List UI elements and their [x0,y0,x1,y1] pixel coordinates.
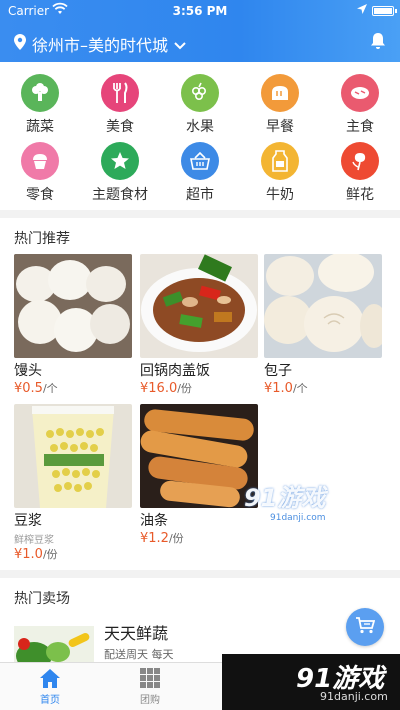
product-price: ¥1.2/份 [140,531,184,546]
star-icon [101,142,139,180]
flower-icon [341,142,379,180]
product-price: ¥0.5/个 [14,381,58,396]
category-label: 鲜花 [346,187,374,203]
hot-recommend-section: 热门推荐 馒头 ¥0.5/个 回锅肉盖饭 ¥16.0/份 包子 ¥1.0/个 豆… [0,218,400,570]
product-image-doujiang [14,404,132,508]
store-image [14,626,94,666]
category-vegetables[interactable]: 蔬菜 [0,74,80,136]
category-supermarket[interactable]: 超市 [160,142,240,204]
grapes-icon [181,74,219,112]
cupcake-icon [21,142,59,180]
product-subtitle: 鲜榨豆浆 [14,535,54,546]
bread-icon [261,74,299,112]
location-label: 徐州市–美的时代城 [32,36,169,55]
product-card[interactable]: 油条 ¥1.2/份 [140,404,258,546]
basket-icon [181,142,219,180]
product-price: ¥16.0/份 [140,381,192,396]
category-staple[interactable]: 主食 [320,74,400,136]
watermark-url: 91danji.com [270,513,326,523]
product-image-huiguorou [140,254,258,358]
cart-icon [355,616,376,638]
battery-icon [372,6,397,16]
tab-label: 首页 [40,695,60,706]
section-title: 热门卖场 [14,591,70,607]
category-flowers[interactable]: 鲜花 [320,142,400,204]
product-card[interactable]: 回锅肉盖饭 ¥16.0/份 [140,254,258,396]
category-label: 零食 [26,187,54,203]
product-card[interactable]: 馒头 ¥0.5/个 [14,254,132,396]
watermark-overlay: 91游戏 91danji.com [244,478,325,523]
watermark-url: 91danji.com [320,690,388,703]
broccoli-icon [21,74,59,112]
chevron-down-icon [174,35,192,54]
product-price: ¥1.0/份 [14,547,58,562]
section-title: 热门推荐 [14,231,70,247]
category-breakfast[interactable]: 早餐 [240,74,320,136]
category-food[interactable]: 美食 [80,74,160,136]
watermark-corner: 91游戏 91danji.com [222,654,400,710]
category-label: 美食 [106,119,134,135]
category-label: 早餐 [266,119,294,135]
category-fruit[interactable]: 水果 [160,74,240,136]
product-name: 包子 [264,363,292,379]
tab-label: 团购 [140,695,160,706]
location-selector[interactable]: 徐州市–美的时代城 [14,32,192,56]
product-price: ¥1.0/个 [264,381,308,396]
store-delivery-info: 配送周天 每天 [104,648,174,661]
product-name: 馒头 [14,363,42,379]
product-name: 油条 [140,513,168,529]
hot-market-section: 热门卖场 天天鲜蔬 配送周天 每天 [0,578,400,666]
category-grid: 蔬菜 美食 水果 早餐 主食 零食 主题食材 超市 牛奶 鲜花 [0,62,400,210]
location-arrow-icon [356,3,368,18]
category-label: 主食 [346,119,374,135]
product-name: 回锅肉盖饭 [140,363,210,379]
milk-icon [261,142,299,180]
product-image-youtiao [140,404,258,508]
map-pin-icon [14,34,32,54]
category-milk[interactable]: 牛奶 [240,142,320,204]
utensils-icon [101,74,139,112]
category-label: 牛奶 [266,187,294,203]
status-bar: Carrier 3:56 PM [0,0,400,22]
category-label: 蔬菜 [26,119,54,135]
category-snacks[interactable]: 零食 [0,142,80,204]
category-theme-ingredients[interactable]: 主题食材 [80,142,160,204]
grid-icon [120,667,180,689]
product-name: 豆浆 [14,513,42,529]
rice-icon [341,74,379,112]
store-name[interactable]: 天天鲜蔬 [104,620,168,644]
cart-button[interactable] [346,608,384,646]
header: Carrier 3:56 PM 徐州市–美的时代城 [0,0,400,62]
category-label: 主题食材 [92,187,148,203]
watermark-brand: 91游戏 [244,484,326,512]
product-image-baozi [264,254,382,358]
status-time: 3:56 PM [172,4,228,18]
category-label: 水果 [186,119,214,135]
home-icon [20,667,80,689]
tab-home[interactable]: 首页 [20,667,80,706]
product-image-mantou [14,254,132,358]
product-card[interactable]: 包子 ¥1.0/个 [264,254,382,396]
category-label: 超市 [186,187,214,203]
tab-group-buy[interactable]: 团购 [120,667,180,706]
bell-icon[interactable] [370,32,386,54]
product-card[interactable]: 豆浆 鲜榨豆浆 ¥1.0/份 [14,404,132,562]
